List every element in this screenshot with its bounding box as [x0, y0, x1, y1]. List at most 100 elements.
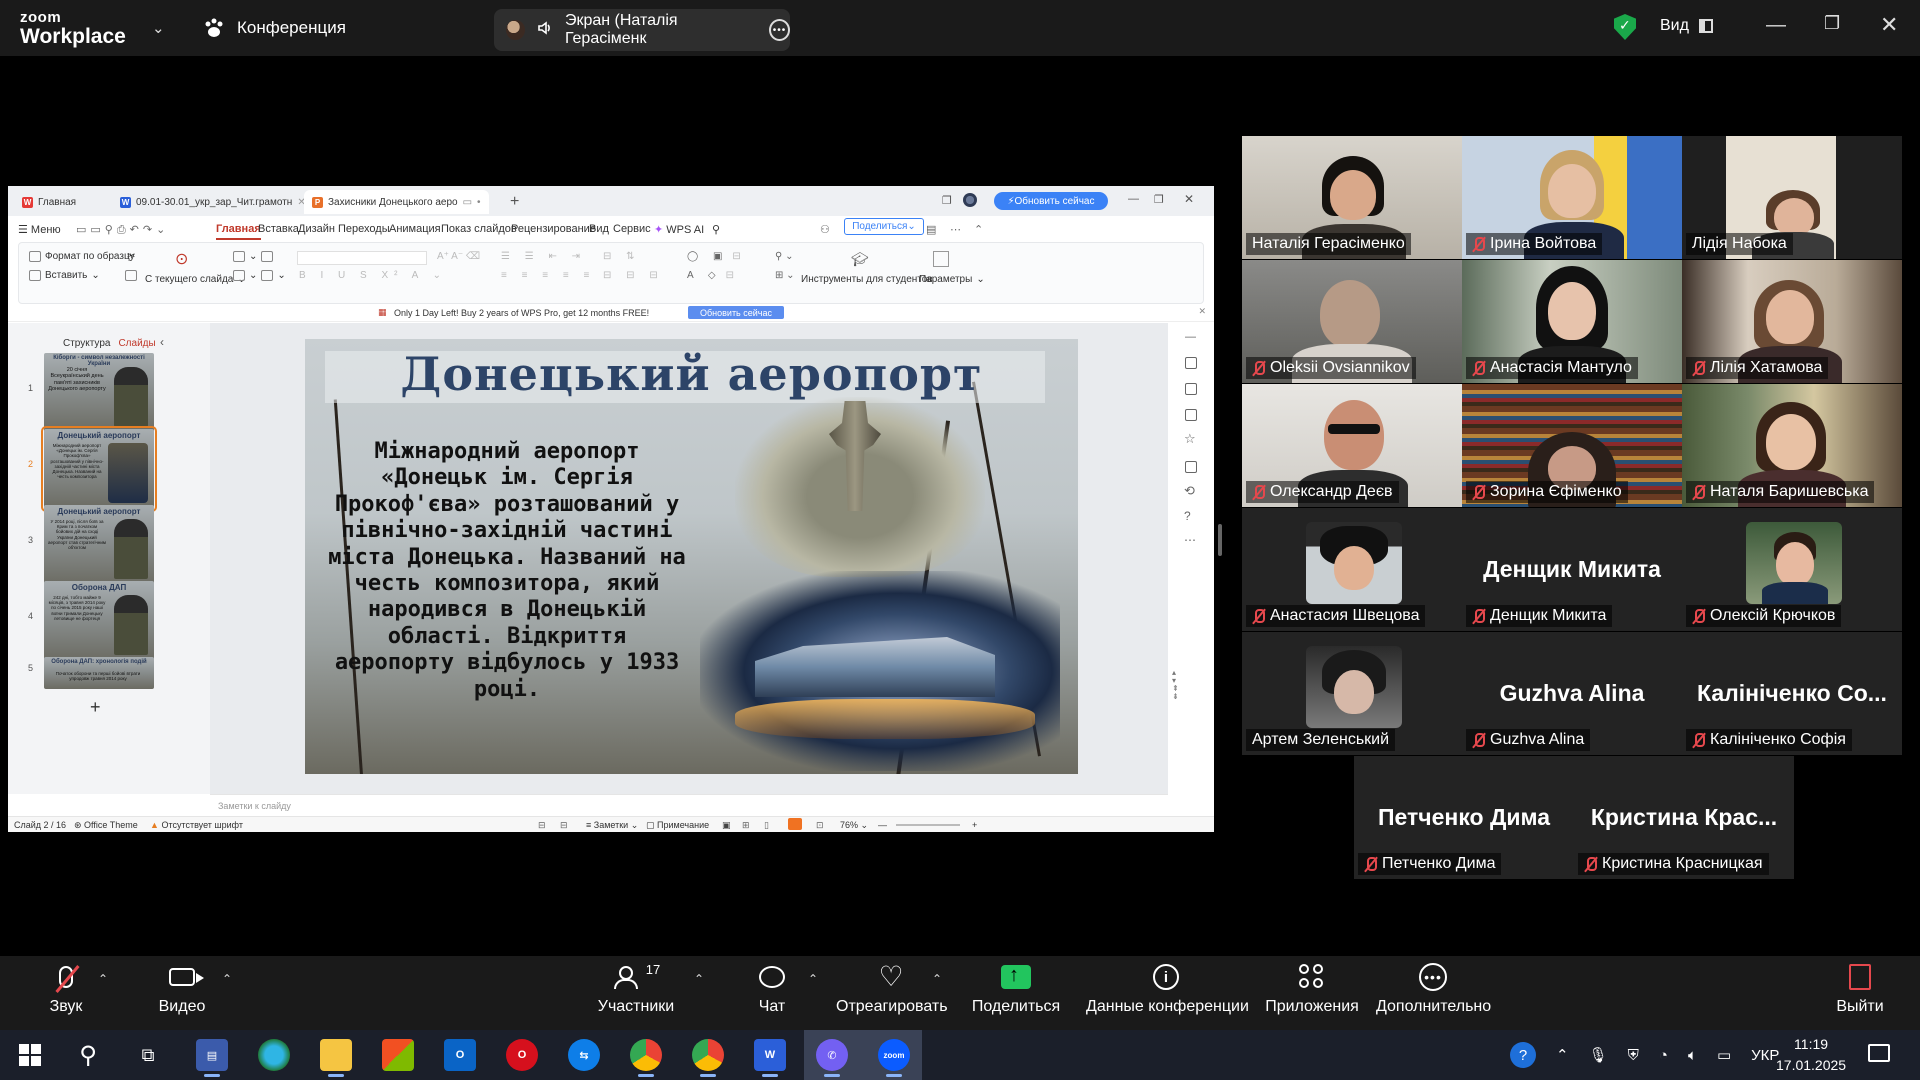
outlook-icon[interactable]: O [444, 1039, 476, 1071]
microphone-icon[interactable]: 🎙︎ [1589, 1046, 1608, 1064]
sorter-view-icon[interactable]: ⊞ [742, 820, 750, 831]
participant-tile[interactable]: Петченко Дима Петченко Дима [1354, 756, 1574, 879]
minimize-icon[interactable]: — [1766, 14, 1786, 37]
new-tab-button[interactable]: + [502, 190, 527, 214]
encryption-shield-icon[interactable] [1614, 14, 1636, 40]
comment-toggle[interactable]: ▢ Примечание [646, 820, 709, 831]
presenter-icon[interactable]: ⊟ [560, 820, 568, 831]
chrome-profile-icon[interactable] [692, 1039, 724, 1077]
participant-tile[interactable]: Наталя Баришевська [1682, 384, 1902, 507]
participants-options-caret[interactable]: ⌃ [694, 972, 704, 986]
zoom-slider[interactable] [896, 824, 960, 826]
slide-thumbnail[interactable]: 1 Кіборги - символ незалежності України … [8, 353, 208, 433]
copy-icon[interactable] [125, 270, 137, 281]
menu-wps-ai[interactable]: ✦ WPS AI [654, 223, 704, 236]
select-icon[interactable]: ⊞ ⌄ [775, 270, 795, 281]
chat-options-caret[interactable]: ⌃ [808, 972, 818, 986]
sliders-icon[interactable] [1185, 461, 1197, 473]
comment-icon[interactable]: ▤ [926, 223, 936, 236]
minus-icon[interactable]: — [1185, 331, 1196, 343]
history-icon[interactable]: ⟲ [1184, 483, 1195, 499]
participant-tile[interactable]: Анастасія Мантуло [1462, 260, 1682, 383]
update-now-button[interactable]: ⚡ Обновить сейчас [994, 192, 1108, 210]
meeting-info-button[interactable]: i Данные конференции [1086, 956, 1249, 1030]
help-icon[interactable]: ? [1510, 1042, 1536, 1068]
chevron-down-icon[interactable]: ⌄ [152, 19, 165, 37]
participant-tile[interactable]: Артем Зеленський [1242, 632, 1462, 755]
word-icon[interactable]: W [754, 1039, 786, 1077]
audio-button[interactable]: Звук [40, 956, 92, 1030]
participant-tile[interactable]: Олександр Деєв [1242, 384, 1462, 507]
participant-tile[interactable]: Oleksii Ovsiannikov [1242, 260, 1462, 383]
copy-icon[interactable] [1185, 409, 1197, 421]
menu-view[interactable]: Вид [589, 223, 609, 235]
collaborate-icon[interactable]: ⚇ [820, 223, 830, 236]
animation-icon[interactable] [1185, 357, 1197, 369]
format-painter-button[interactable]: Формат по образцу [29, 251, 135, 262]
zoom-icon[interactable]: zoom [878, 1039, 910, 1077]
windows-start-icon[interactable] [14, 1039, 46, 1071]
menu-slideshow[interactable]: Показ слайдов [441, 223, 517, 235]
transition-icon[interactable] [1185, 383, 1197, 395]
more-icon[interactable]: ⋯ [1184, 533, 1196, 547]
minimize-icon[interactable]: — [1128, 193, 1139, 205]
video-options-caret[interactable]: ⌃ [222, 972, 232, 986]
collapse-panel-icon[interactable]: ‹ [160, 335, 164, 349]
play-icon[interactable]: ⊙ [175, 249, 188, 269]
normal-view-icon[interactable]: ▣ [722, 820, 731, 831]
params-button[interactable]: Параметры ⌄ [919, 274, 985, 285]
search-icon[interactable]: ⚲ [712, 223, 720, 236]
font-style-buttons[interactable]: B I U S X² A ⌄ [299, 270, 447, 281]
notes-toggle[interactable]: ≡ Заметки ⌄ [586, 820, 638, 831]
participant-tile[interactable]: Анастасия Швецова [1242, 508, 1462, 631]
close-icon[interactable]: ✕ [1184, 192, 1194, 206]
participant-tile[interactable]: Guzhva Alina Guzhva Alina [1462, 632, 1682, 755]
slideshow-play-icon[interactable] [788, 818, 802, 830]
participant-tile[interactable]: Калініченко Со... Калініченко Софія [1682, 632, 1902, 755]
missing-font-indicator[interactable]: ▲ Отсутствует шрифт [150, 820, 243, 830]
participant-tile[interactable]: Зорина Єфіменко [1462, 384, 1682, 507]
align-buttons[interactable]: ≡ ≡ ≡ ≡ ≡ [501, 270, 595, 281]
spellcheck-icon[interactable]: ⊟ [538, 820, 546, 831]
battery-icon[interactable]: ▭ [1717, 1046, 1731, 1064]
restore-icon[interactable]: ❐ [1824, 13, 1840, 34]
collapse-ribbon-icon[interactable]: ⌃ [974, 223, 983, 236]
help-icon[interactable]: ? [1184, 509, 1191, 523]
view-button[interactable]: Вид [1660, 17, 1713, 35]
more-icon[interactable]: ⋯ [950, 223, 961, 236]
layout-icon[interactable]: ⌄ [233, 251, 274, 262]
menu-review[interactable]: Рецензирование [511, 223, 596, 235]
notification-icon[interactable] [1868, 1044, 1890, 1062]
menu-button[interactable]: ☰ Меню [18, 223, 61, 236]
menu-animation[interactable]: Анимация [389, 223, 441, 235]
leave-button[interactable]: Выйти [1834, 956, 1886, 1030]
list-buttons[interactable]: ☰ ☰ ⇤ ⇥ [501, 251, 586, 262]
save-app-icon[interactable]: ▤ [196, 1039, 228, 1077]
chat-button[interactable]: Чат [752, 956, 792, 1030]
audio-options-caret[interactable]: ⌃ [98, 972, 108, 986]
reading-view-icon[interactable]: ▯ [764, 820, 769, 831]
menu-tools[interactable]: Сервис [613, 223, 651, 235]
volume-icon[interactable]: 🔈︎ [1688, 1047, 1697, 1064]
more-options-icon[interactable]: ••• [768, 19, 790, 41]
wifi-icon[interactable]: ◔ [1659, 1047, 1668, 1064]
participants-button[interactable]: 17 Участники [594, 956, 678, 1030]
share-button[interactable]: Поделиться ⌄ [844, 218, 924, 235]
participant-tile[interactable]: Наталія Герасіменко [1242, 136, 1462, 259]
fit-icon[interactable]: ⊡ [816, 820, 824, 831]
participant-tile[interactable]: Ірина Войтова [1462, 136, 1682, 259]
conference-menu-button[interactable]: Конференция [203, 18, 346, 38]
participant-tile[interactable]: Олексій Крючков [1682, 508, 1902, 631]
zoom-dropdown[interactable]: 76% ⌄ [840, 820, 868, 831]
menu-design[interactable]: Дизайн [298, 223, 335, 235]
menu-home[interactable]: Главная [216, 223, 261, 240]
task-view-icon[interactable]: ⧉ [132, 1039, 164, 1071]
paragraph-buttons[interactable]: ⊟ ⇅ [603, 251, 641, 262]
chevron-up-icon[interactable]: ⌃ [1556, 1046, 1569, 1064]
from-current-slide-button[interactable]: С текущего слайда ⌄ [145, 274, 246, 285]
apps-button[interactable]: Приложения [1264, 956, 1360, 1030]
chrome-icon[interactable] [630, 1039, 662, 1077]
window-tile-icon[interactable]: ❐ [942, 194, 952, 207]
search-icon[interactable]: ⚲ [72, 1039, 104, 1071]
tab-slides[interactable]: Слайды [118, 338, 155, 349]
